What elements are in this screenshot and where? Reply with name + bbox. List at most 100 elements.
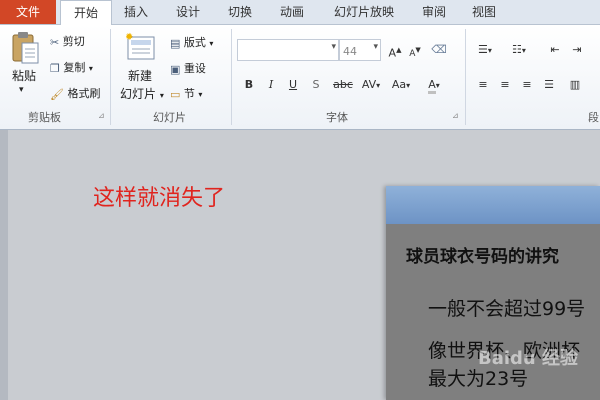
reset-button[interactable]: ▣ 重设 xyxy=(170,60,206,76)
layout-icon: ▤ xyxy=(170,36,181,50)
copy-button[interactable]: ❐ 复制 ▾ xyxy=(50,59,93,75)
chevron-down-icon: ▾ xyxy=(521,46,526,55)
chevron-down-icon: ▾ xyxy=(331,42,336,52)
clear-formatting-button[interactable]: ⌫ xyxy=(430,41,448,59)
font-size-dropdown[interactable]: 44 ▾ xyxy=(339,39,381,61)
chevron-down-icon: ▾ xyxy=(88,64,93,73)
bullets-button[interactable]: ☰▾ xyxy=(472,41,498,59)
copy-icon: ❐ xyxy=(50,61,60,75)
bold-button[interactable]: B xyxy=(240,76,258,94)
scissors-icon: ✂ xyxy=(50,35,60,49)
italic-button[interactable]: I xyxy=(262,76,280,94)
slide-canvas[interactable]: 球员球衣号码的讲究 一般不会超过99号 像世界杯、欧洲杯 最大为23号 Baid… xyxy=(386,186,600,400)
grow-font-label: A xyxy=(388,46,397,60)
section-label: 节 xyxy=(183,87,195,100)
layout-button[interactable]: ▤ 版式 ▾ xyxy=(170,34,213,50)
increase-indent-icon: ⇥ xyxy=(572,43,582,56)
cut-label: 剪切 xyxy=(62,35,85,48)
change-case-button[interactable]: Aa▾ xyxy=(388,76,414,94)
paste-label[interactable]: 粘贴 xyxy=(12,67,36,84)
align-right-icon: ≡ xyxy=(522,78,532,91)
annotation-caption: 这样就消失了 xyxy=(93,186,226,211)
slide-bullet-1[interactable]: 一般不会超过99号 xyxy=(428,294,585,321)
grow-font-icon: ▲ xyxy=(396,46,402,54)
ribbon: 粘贴 ▾ ✂ 剪切 ❐ 复制 ▾ 🖌 格式刷 剪贴板 ⊿ ✹ 新建 幻灯片 ▾ … xyxy=(0,25,600,130)
font-color-button[interactable]: A▾ xyxy=(420,76,448,94)
tab-insert[interactable]: 插入 xyxy=(116,0,156,24)
format-painter-label: 格式刷 xyxy=(67,87,101,100)
numbering-icon: ☷ xyxy=(512,43,522,56)
new-slide-icon: ✹ xyxy=(125,32,155,60)
paste-dropdown-icon[interactable]: ▾ xyxy=(19,85,24,95)
align-left-icon: ≡ xyxy=(478,78,488,91)
slides-group-label: 幻灯片 xyxy=(153,111,186,124)
slide-pane-edge[interactable] xyxy=(0,130,8,400)
decrease-indent-button[interactable]: ⇤ xyxy=(546,41,564,59)
font-color-icon: A xyxy=(428,78,436,94)
chevron-down-icon: ▾ xyxy=(435,81,440,90)
section-icon: ▭ xyxy=(170,87,181,101)
ribbon-tab-bar: 文件 开始 插入 设计 切换 动画 幻灯片放映 审阅 视图 xyxy=(0,0,600,26)
paintbrush-icon: 🖌 xyxy=(50,87,64,101)
watermark: Baidu 经验 xyxy=(478,348,579,369)
chevron-down-icon: ▾ xyxy=(406,81,411,90)
dialog-launcher-icon[interactable]: ⊿ xyxy=(98,111,105,120)
tab-view[interactable]: 视图 xyxy=(464,0,504,24)
bullets-icon: ☰ xyxy=(478,43,488,56)
font-group-label: 字体 xyxy=(326,111,348,124)
layout-label: 版式 xyxy=(183,36,206,49)
new-slide-label-line2: 幻灯片 xyxy=(120,87,157,101)
slide-header-band xyxy=(386,186,600,224)
character-spacing-label: AV xyxy=(361,78,377,91)
columns-button[interactable]: ▥ xyxy=(566,76,584,94)
slide-title[interactable]: 球员球衣号码的讲究 xyxy=(406,242,559,267)
new-slide-button[interactable]: ✹ xyxy=(125,31,158,65)
new-slide-label[interactable]: 新建 xyxy=(128,67,152,84)
clear-formatting-icon: ⌫ xyxy=(431,43,447,56)
tab-transitions[interactable]: 切换 xyxy=(220,0,260,24)
divider xyxy=(231,29,232,125)
tab-home[interactable]: 开始 xyxy=(60,0,112,26)
reset-label: 重设 xyxy=(183,62,206,75)
paste-icon xyxy=(12,32,39,64)
shadow-button[interactable]: S xyxy=(307,76,325,94)
columns-icon: ▥ xyxy=(569,78,581,91)
shrink-font-button[interactable]: A▼ xyxy=(406,41,424,59)
chevron-down-icon: ▾ xyxy=(373,42,378,52)
chevron-down-icon: ▾ xyxy=(209,39,214,48)
divider xyxy=(465,29,466,125)
paste-button[interactable] xyxy=(10,31,40,69)
font-size-value: 44 xyxy=(343,45,357,58)
dialog-launcher-icon[interactable]: ⊿ xyxy=(452,111,459,120)
format-painter-button[interactable]: 🖌 格式刷 xyxy=(50,85,100,101)
section-button[interactable]: ▭ 节 ▾ xyxy=(170,85,202,101)
tab-slideshow[interactable]: 幻灯片放映 xyxy=(326,0,402,24)
tab-design[interactable]: 设计 xyxy=(168,0,208,24)
align-left-button[interactable]: ≡ xyxy=(474,76,492,94)
chevron-down-icon: ▾ xyxy=(198,90,203,99)
strikethrough-button[interactable]: abc xyxy=(331,76,355,94)
character-spacing-button[interactable]: AV▾ xyxy=(358,76,384,94)
svg-text:✹: ✹ xyxy=(126,32,133,43)
tab-animations[interactable]: 动画 xyxy=(272,0,312,24)
increase-indent-button[interactable]: ⇥ xyxy=(568,41,586,59)
numbering-button[interactable]: ☷▾ xyxy=(506,41,532,59)
underline-button[interactable]: U xyxy=(284,76,302,94)
cut-button[interactable]: ✂ 剪切 xyxy=(50,33,85,49)
divider xyxy=(110,29,111,125)
shrink-font-icon: ▼ xyxy=(415,46,421,54)
grow-font-button[interactable]: A▲ xyxy=(386,41,404,60)
tab-file[interactable]: 文件 xyxy=(0,0,56,24)
tab-review[interactable]: 审阅 xyxy=(414,0,454,24)
chevron-down-icon: ▾ xyxy=(487,46,492,55)
clipboard-group-label: 剪贴板 xyxy=(28,111,61,124)
align-center-button[interactable]: ≡ xyxy=(496,76,514,94)
new-slide-label-2[interactable]: 幻灯片 ▾ xyxy=(120,85,164,102)
justify-button[interactable]: ☰ xyxy=(540,76,558,94)
font-name-dropdown[interactable]: ▾ xyxy=(237,39,339,61)
align-right-button[interactable]: ≡ xyxy=(518,76,536,94)
reset-icon: ▣ xyxy=(170,62,181,76)
chevron-down-icon: ▾ xyxy=(376,81,381,90)
change-case-label: Aa xyxy=(391,78,407,91)
justify-icon: ☰ xyxy=(544,78,554,91)
